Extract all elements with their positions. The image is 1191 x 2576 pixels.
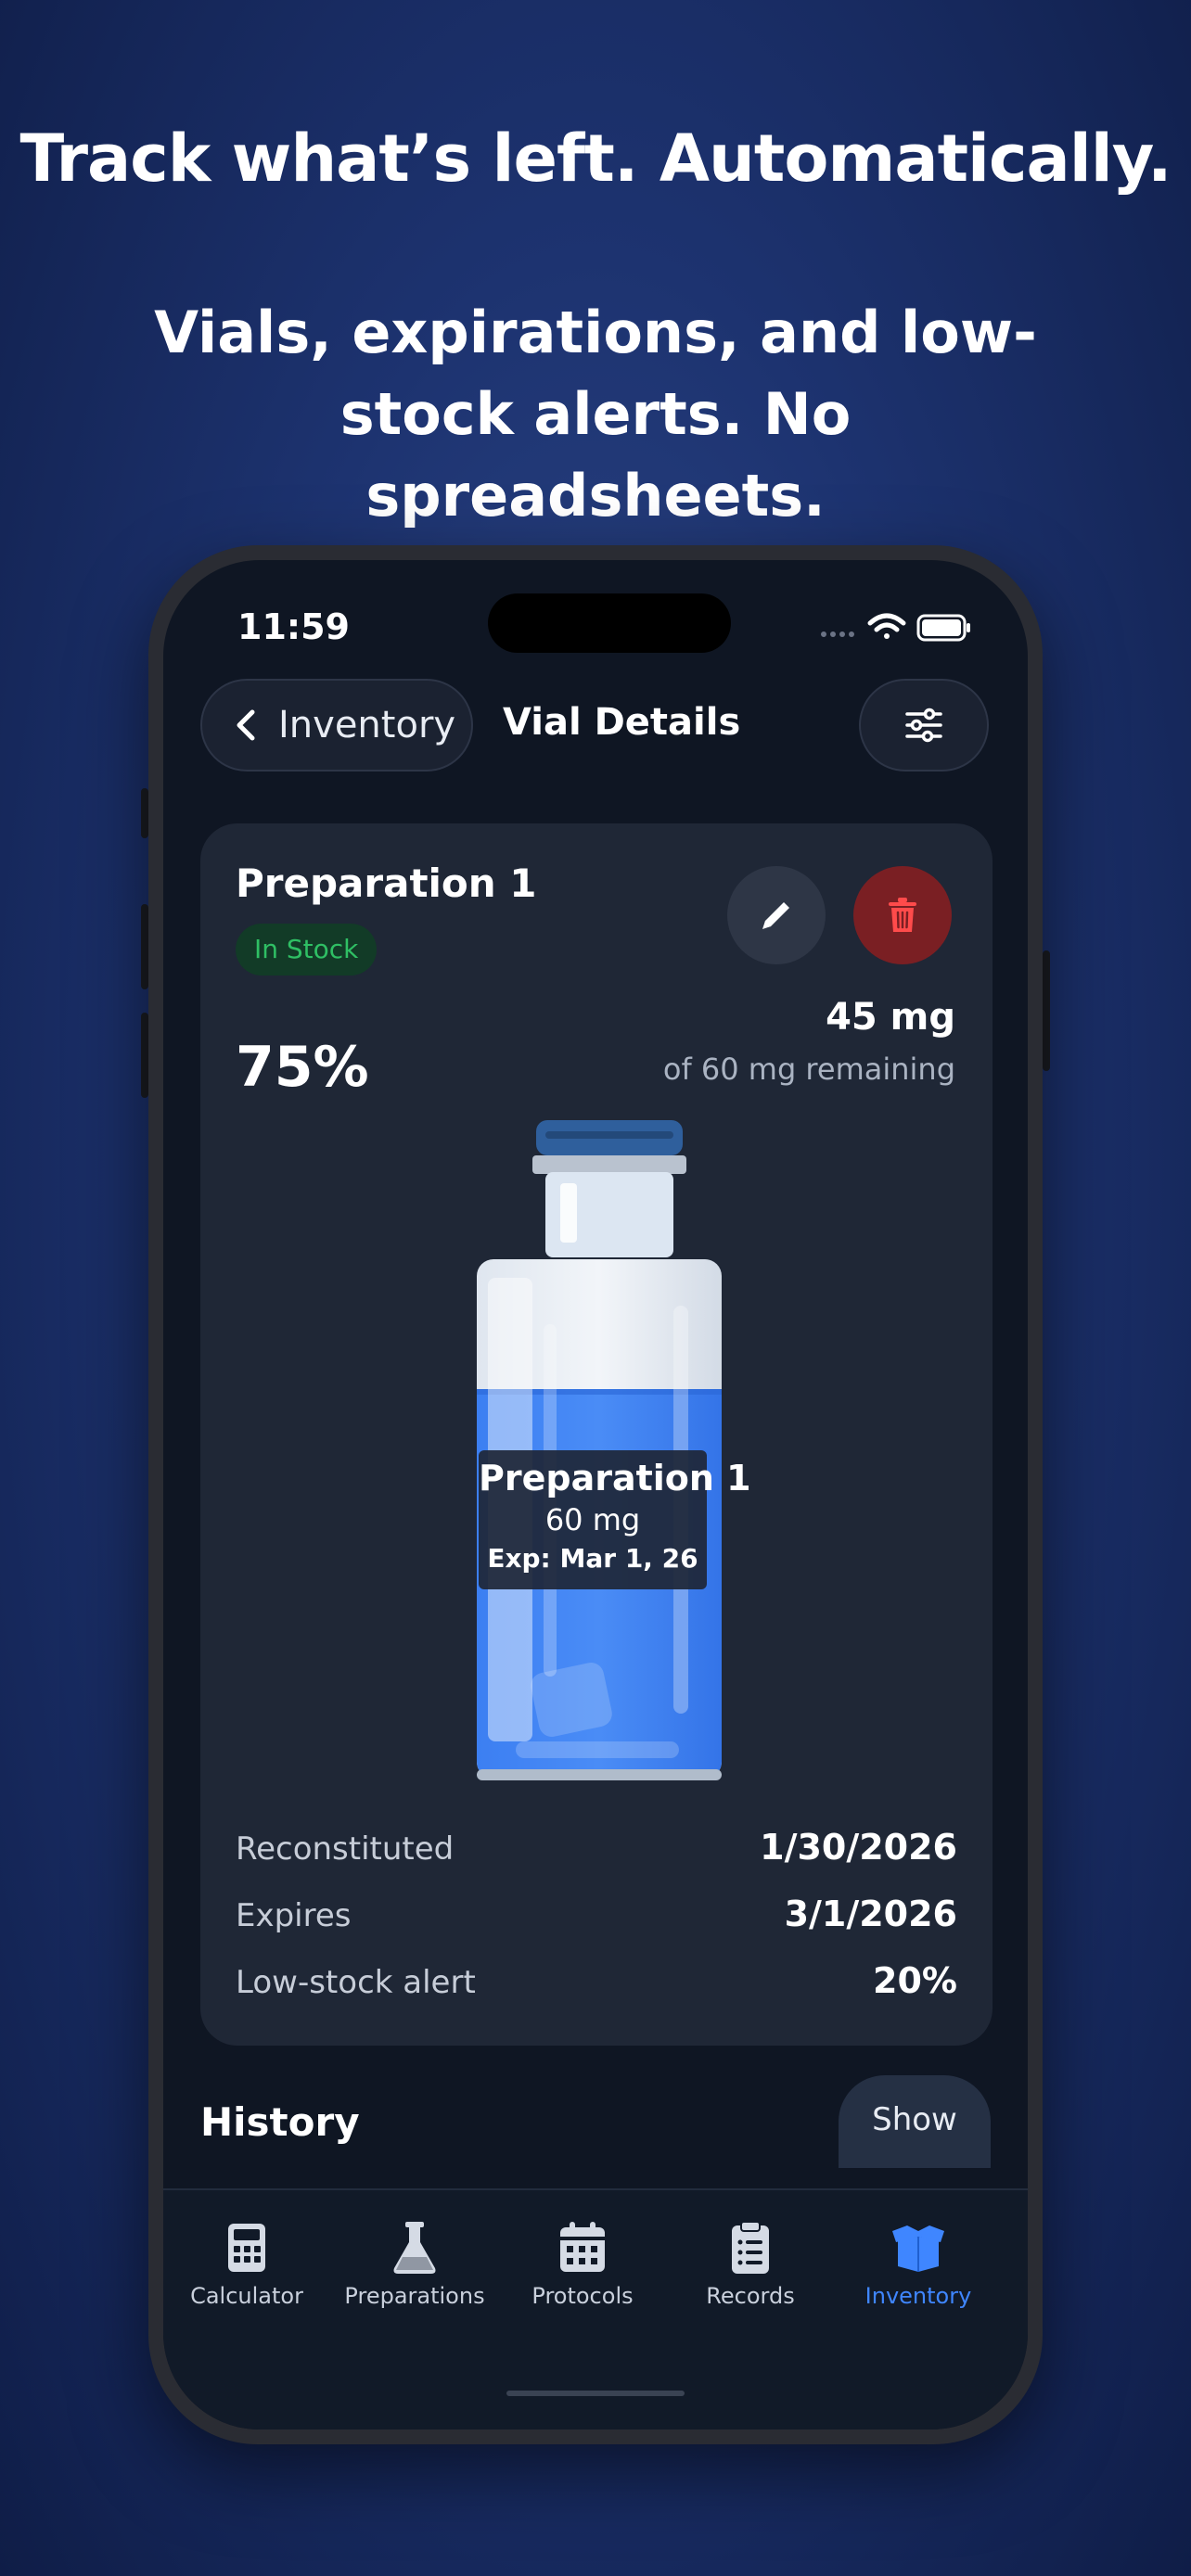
vial-label-amount: 60 mg [544, 1502, 641, 1537]
flask-icon [393, 2222, 436, 2274]
battery-icon [916, 614, 970, 642]
home-indicator [506, 2391, 685, 2396]
tab-calculator[interactable]: Calculator [163, 2218, 330, 2320]
remaining-text: of 60 mg remaining [662, 1052, 955, 1087]
vial-label: Preparation 1 60 mg Exp: Mar 1, 26 [479, 1450, 751, 1589]
status-badge: In Stock [236, 924, 378, 976]
detail-row-expires: Expires 3/1/2026 [236, 1894, 957, 1944]
trash-icon [889, 898, 916, 932]
promo-subline: Vials, expirations, and low-stock alerts… [154, 299, 1037, 529]
tab-protocols[interactable]: Protocols [499, 2218, 666, 2320]
remaining-percent: 75% [236, 1035, 369, 1100]
detail-row-low-stock-alert: Low-stock alert 20% [236, 1960, 957, 2010]
phone-screen: 11:59 Inventory Vial Details Preparation… [163, 560, 1028, 2429]
back-button-label: Inventory [278, 704, 456, 746]
detail-value: 20% [873, 1960, 957, 2001]
tab-inventory[interactable]: Inventory [835, 2218, 1002, 2320]
detail-key: Expires [236, 1897, 352, 1934]
delete-button[interactable] [853, 866, 952, 964]
detail-key: Reconstituted [236, 1830, 455, 1868]
signal-icon [821, 631, 854, 637]
promo-headline: Track what’s left. Automatically. [19, 121, 1172, 197]
tab-label: Protocols [531, 2283, 634, 2309]
calendar-icon [560, 2222, 605, 2272]
vial-label-name: Preparation 1 [479, 1458, 751, 1498]
tab-records[interactable]: Records [667, 2218, 834, 2320]
remaining-amount: 45 mg [826, 996, 955, 1039]
status-time: 11:59 [237, 606, 350, 647]
filter-button[interactable] [859, 679, 989, 772]
history-heading: History [200, 2099, 360, 2145]
edit-button[interactable] [727, 866, 826, 964]
back-button[interactable]: Inventory [200, 679, 473, 772]
calculator-icon [228, 2224, 265, 2272]
phone-action-button [141, 788, 148, 838]
detail-value: 1/30/2026 [760, 1827, 957, 1868]
vial-crimp [532, 1155, 686, 1174]
vial-detail-card: Preparation 1 In Stock 75% 45 mg of 60 m… [200, 823, 992, 2046]
clipboard-icon [732, 2221, 769, 2274]
page-title: Vial Details [503, 701, 741, 744]
tab-label: Records [706, 2283, 795, 2309]
dynamic-island [488, 593, 731, 653]
wifi-icon [867, 613, 906, 639]
tab-label: Preparations [344, 2283, 485, 2309]
pencil-icon [762, 902, 789, 929]
phone-frame: 11:59 Inventory Vial Details Preparation… [148, 545, 1043, 2444]
history-show-button[interactable]: Show [839, 2075, 991, 2168]
status-icons [821, 613, 970, 642]
detail-key: Low-stock alert [236, 1964, 476, 2001]
tab-preparations[interactable]: Preparations [331, 2218, 498, 2320]
sliders-icon [905, 708, 942, 743]
chevron-left-icon [237, 709, 255, 741]
detail-value: 3/1/2026 [784, 1894, 957, 1934]
phone-power-button [1043, 950, 1050, 1071]
box-icon [892, 2225, 944, 2272]
tab-label: Inventory [864, 2283, 972, 2309]
detail-row-reconstituted: Reconstituted 1/30/2026 [236, 1827, 957, 1877]
phone-volume-up-button [141, 904, 148, 989]
phone-volume-down-button [141, 1013, 148, 1098]
vial-name: Preparation 1 [236, 861, 537, 906]
vial-label-expiry: Exp: Mar 1, 26 [487, 1543, 698, 1574]
tab-label: Calculator [190, 2283, 303, 2309]
